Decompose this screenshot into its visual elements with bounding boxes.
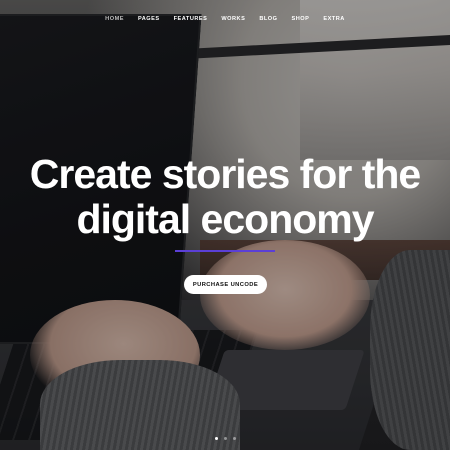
hero-headline-line-2: digital economy	[76, 196, 374, 242]
purchase-button[interactable]: PURCHASE UNCODE	[184, 275, 267, 294]
slider-pagination	[0, 437, 450, 440]
nav-item-shop[interactable]: SHOP	[291, 16, 309, 22]
hero-section: HOME PAGES FEATURES WORKS BLOG SHOP EXTR…	[0, 0, 450, 450]
nav-item-works[interactable]: WORKS	[221, 16, 245, 22]
nav-item-blog[interactable]: BLOG	[259, 16, 277, 22]
nav-item-extra[interactable]: EXTRA	[323, 16, 344, 22]
hero-headline: Create stories for the digital economy	[0, 152, 450, 242]
slider-dot-3[interactable]	[232, 437, 236, 440]
accent-divider	[175, 250, 275, 252]
main-navigation: HOME PAGES FEATURES WORKS BLOG SHOP EXTR…	[0, 16, 450, 22]
nav-item-home[interactable]: HOME	[105, 16, 124, 22]
slider-dot-2[interactable]	[223, 437, 227, 440]
slider-dot-1[interactable]	[214, 437, 218, 440]
nav-item-pages[interactable]: PAGES	[138, 16, 160, 22]
hero-headline-line-1: Create stories for the	[29, 151, 421, 197]
nav-item-features[interactable]: FEATURES	[174, 16, 208, 22]
